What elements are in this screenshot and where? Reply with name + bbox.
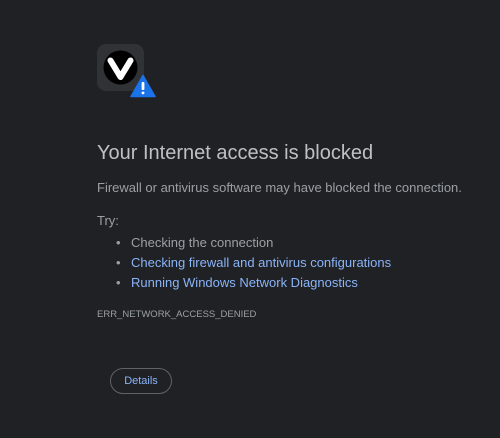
error-page: Your Internet access is blocked Firewall… [0,0,500,438]
suggestion-check-firewall-link[interactable]: Checking firewall and antivirus configur… [131,255,391,270]
error-icon-group [97,44,159,100]
error-code: ERR_NETWORK_ACCESS_DENIED [97,309,257,320]
warning-triangle-icon [130,74,156,98]
suggestion-item: • Running Windows Network Diagnostics [97,273,391,293]
page-title: Your Internet access is blocked [97,142,374,164]
suggestions-list: • Checking the connection • Checking fir… [97,233,391,293]
bullet-icon: • [116,275,121,290]
bullet-icon: • [116,235,121,250]
suggestion-item: • Checking firewall and antivirus config… [97,253,391,273]
try-label: Try: [97,213,119,228]
bullet-icon: • [116,255,121,270]
suggestion-check-connection: Checking the connection [131,235,274,250]
suggestion-item: • Checking the connection [97,233,391,253]
details-button[interactable]: Details [110,368,172,394]
suggestion-network-diagnostics-link[interactable]: Running Windows Network Diagnostics [131,275,358,290]
error-description: Firewall or antivirus software may have … [97,180,462,195]
